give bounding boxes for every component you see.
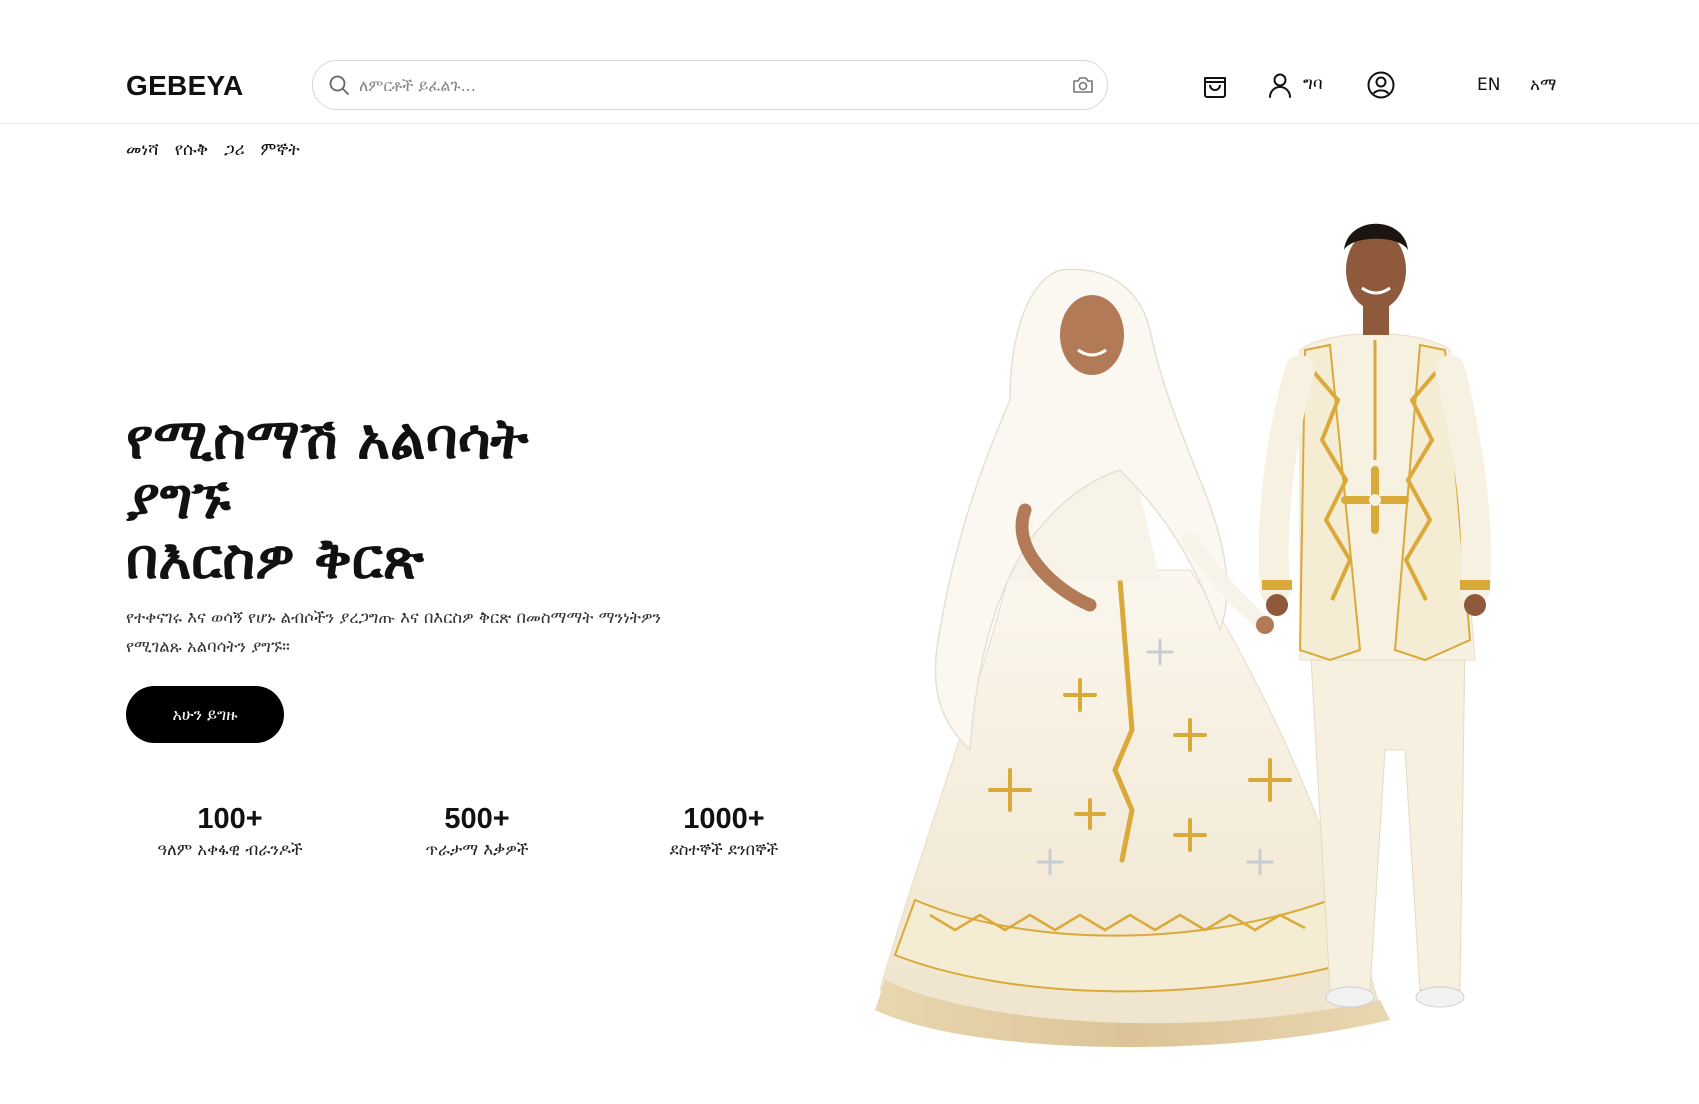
shopping-bag-icon[interactable]: [1200, 70, 1230, 100]
nav-item-wishlist[interactable]: ምኞት: [261, 140, 300, 160]
stat-value: 1000+: [683, 803, 765, 835]
stat-label: ጥራታማ እቃዎች: [425, 840, 529, 859]
stat-label: ደስተኞች ደንበኞች: [669, 840, 779, 859]
user-icon[interactable]: [1265, 70, 1295, 100]
stat-customers: 1000+ ደስተኞች ደንበኞች: [624, 803, 824, 860]
search-input[interactable]: [359, 69, 1039, 101]
shop-now-button[interactable]: አሁን ይግዙ: [126, 686, 284, 743]
logo[interactable]: GEBEYA: [126, 70, 243, 102]
stat-products: 500+ ጥራታማ እቃዎች: [377, 803, 577, 860]
nav-item-home[interactable]: መነሻ: [126, 140, 159, 160]
stat-brands: 100+ ዓለም አቀፋዊ ብራንዶች: [130, 803, 330, 860]
main-nav: መነሻ የሱቅ ጋሪ ምኞት: [126, 140, 300, 160]
hero-title: የሚስማሽ አልባሳት ያግኙ በእርስዎ ቅርጽ: [126, 407, 529, 592]
hero-subtitle: የተቀናገሩ እና ወሳኝ የሆኑ ልብሶችን ያረጋግጡ እና በእርስዎ ቅ…: [126, 608, 662, 656]
site-header: GEBEYA ግባ EN አማ: [0, 0, 1699, 124]
account-circle-icon[interactable]: [1366, 70, 1396, 100]
nav-item-shop[interactable]: የሱቅ: [175, 140, 208, 160]
hero-couple-image: [875, 223, 1492, 1048]
login-link[interactable]: ግባ: [1303, 74, 1323, 94]
stat-label: ዓለም አቀፋዊ ብራንዶች: [157, 840, 303, 859]
nav-item-cart[interactable]: ጋሪ: [224, 140, 244, 160]
search-bar[interactable]: [312, 60, 1108, 110]
search-icon[interactable]: [327, 73, 351, 97]
lang-en[interactable]: EN: [1477, 75, 1500, 95]
lang-am[interactable]: አማ: [1530, 75, 1556, 95]
stat-value: 500+: [444, 803, 510, 835]
stat-value: 100+: [197, 803, 263, 835]
camera-icon[interactable]: [1071, 73, 1095, 97]
